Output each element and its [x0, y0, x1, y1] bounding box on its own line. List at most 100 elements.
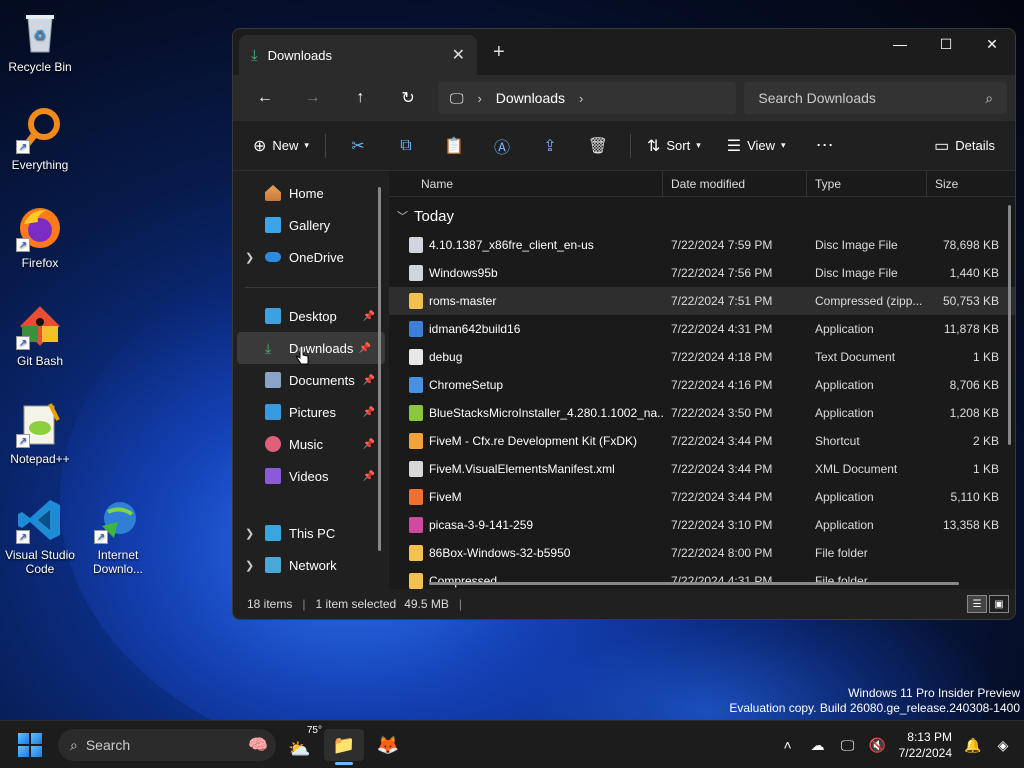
- file-rows: 4.10.1387_x86fre_client_en-us 7/22/2024 7…: [389, 231, 1015, 589]
- close-window-button[interactable]: ✕: [969, 29, 1015, 59]
- file-name: BlueStacksMicroInstaller_4.280.1.1002_na…: [429, 406, 663, 420]
- view-button[interactable]: ☰ View ▾: [719, 130, 794, 162]
- desktop-icon-vscode[interactable]: ↗ Visual Studio Code: [2, 496, 78, 576]
- new-tab-button[interactable]: +: [493, 41, 505, 64]
- pin-icon: 📌: [358, 342, 371, 354]
- sidebar-item-music[interactable]: Music 📌: [233, 428, 389, 460]
- share-button[interactable]: ⇪: [526, 130, 574, 162]
- table-row[interactable]: 86Box-Windows-32-b5950 7/22/2024 8:00 PM F…: [389, 539, 1015, 567]
- chevron-right-icon[interactable]: ›: [579, 91, 583, 106]
- sidebar-item-pictures[interactable]: Pictures 📌: [233, 396, 389, 428]
- paste-button[interactable]: 📋: [430, 130, 478, 162]
- table-row[interactable]: picasa-3-9-141-259 7/22/2024 3:10 PM Appli…: [389, 511, 1015, 539]
- column-header-size[interactable]: Size: [927, 171, 1005, 197]
- content-vertical-scrollbar[interactable]: [1008, 205, 1011, 445]
- chevron-right-icon[interactable]: ❯: [245, 559, 254, 572]
- delete-button[interactable]: 🗑: [574, 130, 622, 162]
- chevron-up-icon[interactable]: ˄: [773, 737, 803, 753]
- volume-muted-icon[interactable]: 🔇: [863, 737, 893, 754]
- rename-button[interactable]: Ⓐ: [478, 130, 526, 162]
- file-date: 7/22/2024 7:59 PM: [671, 238, 773, 252]
- taskbar-search[interactable]: ⌕ Search 🧠: [58, 729, 276, 761]
- copy-button[interactable]: ⧉: [382, 130, 430, 162]
- more-options-button[interactable]: ⋯: [808, 130, 842, 162]
- chevron-right-icon[interactable]: ❯: [245, 251, 254, 264]
- desktop-icon-git-bash[interactable]: ↗ Git Bash: [2, 302, 78, 368]
- clock[interactable]: 8:13 PM 7/22/2024: [893, 729, 958, 761]
- desktop-icon-notepadpp[interactable]: ↗ Notepad++: [2, 400, 78, 466]
- search-highlight-icon: 🧠: [248, 737, 268, 754]
- table-row[interactable]: Windows95b 7/22/2024 7:56 PM Disc Image Fi…: [389, 259, 1015, 287]
- details-button[interactable]: ▭ Details: [926, 130, 1003, 162]
- table-row[interactable]: BlueStacksMicroInstaller_4.280.1.1002_na…: [389, 399, 1015, 427]
- title-bar: ⤓ Downloads ✕ + — ☐ ✕: [233, 29, 1015, 75]
- table-row[interactable]: Compressed 7/22/2024 4:31 PM File folder: [389, 567, 1015, 589]
- desktop-icon-firefox[interactable]: ↗ Firefox: [2, 204, 78, 270]
- tab-downloads[interactable]: ⤓ Downloads ✕: [239, 35, 477, 75]
- desktop-icon-everything[interactable]: ↗ Everything: [2, 106, 78, 172]
- file-name: 4.10.1387_x86fre_client_en-us: [429, 238, 594, 252]
- details-view-icon[interactable]: ☰: [967, 595, 987, 613]
- sidebar-item-gallery[interactable]: Gallery: [233, 209, 389, 241]
- sort-button[interactable]: ⇅ Sort ▾: [639, 130, 709, 162]
- weather-widget[interactable]: ⛅ 75°: [286, 725, 322, 765]
- table-row[interactable]: idman642build16 7/22/2024 4:31 PM Applicat…: [389, 315, 1015, 343]
- shortcut-arrow-icon: ↗: [94, 530, 108, 544]
- search-input[interactable]: Search Downloads ⌕: [744, 82, 1008, 114]
- sidebar-item-documents[interactable]: Documents 📌: [233, 364, 389, 396]
- back-button[interactable]: ←: [241, 82, 289, 114]
- cloud-off-icon[interactable]: ☁: [803, 737, 833, 754]
- command-bar: ⊕ New ▾ ✂ ⧉ 📋 Ⓐ ⇪ 🗑 ⇅ Sort ▾ ☰ View ▾ ⋯ …: [233, 121, 1015, 171]
- file-name: picasa-3-9-141-259: [429, 518, 534, 532]
- table-row[interactable]: roms-master 7/22/2024 7:51 PM Compressed (…: [389, 287, 1015, 315]
- table-row[interactable]: FiveM 7/22/2024 3:44 PM Application 5,110 K…: [389, 483, 1015, 511]
- table-row[interactable]: 4.10.1387_x86fre_client_en-us 7/22/2024 7…: [389, 231, 1015, 259]
- chevron-right-icon[interactable]: ❯: [245, 527, 254, 540]
- taskbar-firefox[interactable]: 🦊: [368, 729, 408, 761]
- cut-button[interactable]: ✂: [334, 130, 382, 162]
- column-header-name[interactable]: Name: [389, 171, 663, 197]
- sidebar-item-downloads[interactable]: ⤓ Downloads 📌: [237, 332, 385, 364]
- tiles-view-icon[interactable]: ▣: [989, 595, 1009, 613]
- column-header-date[interactable]: Date modified: [663, 171, 807, 197]
- new-button[interactable]: ⊕ New ▾: [245, 130, 317, 162]
- breadcrumb-downloads[interactable]: Downloads: [496, 90, 565, 106]
- start-button[interactable]: [18, 733, 42, 757]
- minimize-button[interactable]: —: [877, 29, 923, 59]
- sidebar-item-home[interactable]: Home: [233, 177, 389, 209]
- table-row[interactable]: FiveM.VisualElementsManifest.xml 7/22/202…: [389, 455, 1015, 483]
- table-row[interactable]: ChromeSetup 7/22/2024 4:16 PM Application 8…: [389, 371, 1015, 399]
- desktop-icon-internet-download-manager[interactable]: ↗ Internet Downlo...: [80, 496, 156, 576]
- desktop-icon-recycle-bin[interactable]: ♻ Recycle Bin: [2, 8, 78, 74]
- sidebar-item-network[interactable]: ❯ Network: [233, 549, 389, 581]
- copilot-icon[interactable]: ◈: [988, 737, 1018, 754]
- refresh-button[interactable]: ↻: [384, 82, 432, 114]
- chevron-down-icon: ▾: [696, 140, 701, 150]
- chevron-right-icon[interactable]: ›: [477, 91, 481, 106]
- taskbar-file-explorer[interactable]: 📁: [324, 729, 364, 765]
- sidebar-item-desktop[interactable]: Desktop 📌: [233, 300, 389, 332]
- sidebar-item-this-pc[interactable]: ❯ This PC: [233, 517, 389, 549]
- sidebar-item-onedrive[interactable]: ❯ OneDrive: [233, 241, 389, 273]
- column-header-type[interactable]: Type: [807, 171, 927, 197]
- sidebar-scrollbar[interactable]: [378, 187, 381, 551]
- shortcut-arrow-icon: ↗: [16, 530, 30, 544]
- up-button[interactable]: ↑: [336, 82, 384, 114]
- address-bar[interactable]: 🖵 › Downloads ›: [437, 82, 737, 114]
- sidebar-item-videos[interactable]: Videos 📌: [233, 460, 389, 492]
- table-row[interactable]: debug 7/22/2024 4:18 PM Text Document 1 KB: [389, 343, 1015, 371]
- file-icon: [409, 433, 423, 449]
- close-tab-icon[interactable]: ✕: [452, 45, 465, 65]
- network-monitor-icon[interactable]: 🖵: [833, 737, 863, 754]
- status-divider: |: [302, 597, 306, 611]
- layout-toggle: ☰ ▣: [967, 595, 1009, 613]
- group-header-today[interactable]: ﹀ Today: [389, 201, 1015, 231]
- forward-button[interactable]: →: [289, 82, 337, 114]
- table-row[interactable]: FiveM - Cfx.re Development Kit (FxDK) 7/2…: [389, 427, 1015, 455]
- file-date: 7/22/2024 7:56 PM: [671, 266, 773, 280]
- notification-bell-icon[interactable]: 🔔: [958, 737, 988, 754]
- maximize-button[interactable]: ☐: [923, 29, 969, 59]
- file-name-cell: idman642build16: [389, 321, 663, 337]
- desktop-icon-label: Notepad++: [10, 452, 70, 466]
- content-horizontal-scrollbar[interactable]: [429, 582, 959, 585]
